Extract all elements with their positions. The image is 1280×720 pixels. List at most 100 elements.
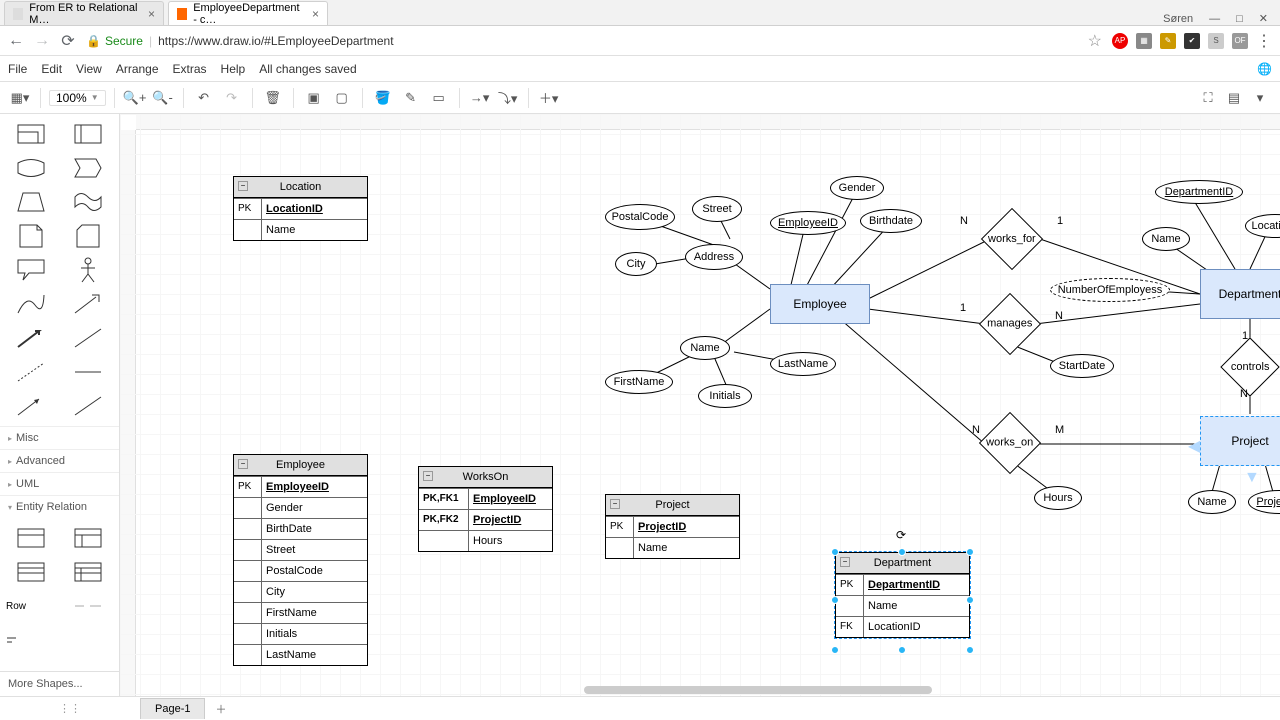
collapse-icon[interactable]: − [423, 471, 433, 481]
sel-handle[interactable] [831, 596, 839, 604]
format-icon[interactable]: ▤ [1222, 86, 1246, 110]
collapse-icon[interactable]: − [610, 499, 620, 509]
reload-icon[interactable]: ⟳ [60, 33, 76, 49]
er-entity-employee[interactable]: Employee [770, 284, 870, 324]
undo-icon[interactable]: ↶ [192, 86, 216, 110]
sidebar-section-advanced[interactable]: Advanced [0, 449, 119, 472]
browser-tab[interactable]: From ER to Relational M… × [4, 1, 164, 25]
sel-handle[interactable] [966, 596, 974, 604]
sel-handle[interactable] [831, 548, 839, 556]
collapse-icon[interactable]: − [238, 459, 248, 469]
shape-note[interactable] [6, 222, 57, 250]
er-attr-projectid[interactable]: ProjectID [1248, 490, 1280, 514]
shape-line-thin[interactable] [63, 324, 114, 352]
er-attr-gender[interactable]: Gender [830, 176, 884, 200]
er-rel-works-on[interactable]: works_on [979, 412, 1041, 474]
er-attr-hours[interactable]: Hours [1034, 486, 1082, 510]
ext-icon[interactable]: ✎ [1160, 33, 1176, 49]
redo-icon[interactable]: ↷ [220, 86, 244, 110]
sidebar-section-uml[interactable]: UML [0, 472, 119, 495]
er-attr-startdate[interactable]: StartDate [1050, 354, 1114, 378]
rel-table-employee[interactable]: −Employee PKEmployeeID Gender BirthDate … [233, 454, 368, 666]
shape-callout[interactable] [6, 256, 57, 284]
shape-container[interactable] [6, 120, 57, 148]
star-icon[interactable]: ☆ [1088, 31, 1102, 51]
url-text[interactable]: https://www.draw.io/#LEmployeeDepartment [158, 34, 393, 48]
er-attr-employeeid[interactable]: EmployeeID [770, 211, 846, 235]
canvas[interactable]: Employee Department Project ◀ ▶ ▼ Postal… [120, 114, 1280, 696]
waypoint-icon[interactable]: ⤵▾ [496, 86, 520, 110]
er-attr-birthdate[interactable]: Birthdate [860, 209, 922, 233]
er-row-label[interactable]: Row [6, 592, 57, 620]
er-rel-controls[interactable]: controls [1220, 337, 1279, 396]
er-attr-postalcode[interactable]: PostalCode [605, 204, 675, 230]
er-rel-manages[interactable]: manages [979, 293, 1041, 355]
collapse-right-icon[interactable]: ▾ [1248, 86, 1272, 110]
shape-curve[interactable] [6, 290, 57, 318]
er-entity-project[interactable]: Project [1200, 416, 1280, 466]
rel-table-workson[interactable]: −WorksOn PK,FK1EmployeeID PK,FK2ProjectI… [418, 466, 553, 552]
insert-icon[interactable]: ＋▾ [537, 86, 561, 110]
menu-extras[interactable]: Extras [173, 62, 207, 76]
page-tab[interactable]: Page-1 [140, 698, 205, 719]
more-shapes-button[interactable]: More Shapes... [0, 671, 119, 696]
back-icon[interactable]: ← [8, 33, 24, 49]
er-attr-lastname[interactable]: LastName [770, 352, 836, 376]
outline-handle[interactable]: ⋮⋮ [0, 702, 140, 715]
shape-line-plain[interactable] [63, 392, 114, 420]
er-attr-departmentid[interactable]: DepartmentID [1155, 180, 1243, 204]
to-back-icon[interactable]: ▢ [330, 86, 354, 110]
shape-cylinder[interactable] [6, 154, 57, 182]
menu-edit[interactable]: Edit [41, 62, 62, 76]
forward-icon[interactable]: → [34, 33, 50, 49]
menu-arrange[interactable]: Arrange [116, 62, 159, 76]
sel-arrow-down[interactable]: ▼ [1244, 469, 1260, 487]
shape-tape[interactable] [63, 188, 114, 216]
shape-arrow-solid[interactable] [6, 392, 57, 420]
menu-file[interactable]: File [8, 62, 27, 76]
sel-arrow-left[interactable]: ◀ [1188, 436, 1200, 456]
maximize-icon[interactable]: □ [1236, 13, 1243, 25]
shadow-icon[interactable]: ▭ [427, 86, 451, 110]
er-table-shape[interactable] [6, 524, 57, 552]
menu-icon[interactable]: ⋮ [1256, 31, 1272, 51]
ext-abp-icon[interactable]: AP [1112, 33, 1128, 49]
stroke-icon[interactable]: ✎ [399, 86, 423, 110]
globe-icon[interactable]: 🌐 [1257, 62, 1272, 76]
shape-arrow[interactable] [6, 324, 57, 352]
sel-handle[interactable] [966, 646, 974, 654]
er-list-shape[interactable] [63, 558, 114, 586]
close-icon[interactable]: × [148, 7, 155, 21]
rotate-handle[interactable]: ⟳ [896, 528, 906, 542]
fullscreen-icon[interactable]: ⛶ [1196, 86, 1220, 110]
zoom-select[interactable]: 100%▼ [49, 90, 106, 106]
er-attr-numemployees[interactable]: NumberOfEmployess [1050, 278, 1170, 302]
er-attr-name-proj[interactable]: Name [1188, 490, 1236, 514]
add-page-button[interactable]: ＋ [205, 697, 236, 720]
sel-handle[interactable] [966, 548, 974, 556]
shape-dashed[interactable] [6, 358, 57, 386]
er-attr-city[interactable]: City [615, 252, 657, 276]
sel-handle[interactable] [898, 646, 906, 654]
to-front-icon[interactable]: ▣ [302, 86, 326, 110]
er-attr-address[interactable]: Address [685, 244, 743, 270]
menu-view[interactable]: View [76, 62, 102, 76]
close-window-icon[interactable]: ✕ [1259, 12, 1268, 25]
er-attr-firstname[interactable]: FirstName [605, 370, 673, 394]
h-scrollbar[interactable] [584, 686, 932, 694]
er-row-shape[interactable] [63, 592, 114, 620]
rel-table-department[interactable]: −Department PKDepartmentID Name FKLocati… [835, 552, 970, 638]
connection-icon[interactable]: →▾ [468, 86, 492, 110]
rel-table-project[interactable]: −Project PKProjectID Name [605, 494, 740, 559]
collapse-icon[interactable]: − [238, 181, 248, 191]
close-icon[interactable]: × [312, 7, 319, 21]
shape-step[interactable] [63, 154, 114, 182]
er-entity-department[interactable]: Department [1200, 269, 1280, 319]
er-table-shape[interactable] [63, 524, 114, 552]
sidebar-section-er[interactable]: Entity Relation [0, 495, 119, 518]
shape-actor[interactable] [63, 256, 114, 284]
shape-frame[interactable] [63, 120, 114, 148]
shape-line[interactable] [63, 358, 114, 386]
zoom-in-icon[interactable]: 🔍+ [123, 86, 147, 110]
shape-trapezoid[interactable] [6, 188, 57, 216]
